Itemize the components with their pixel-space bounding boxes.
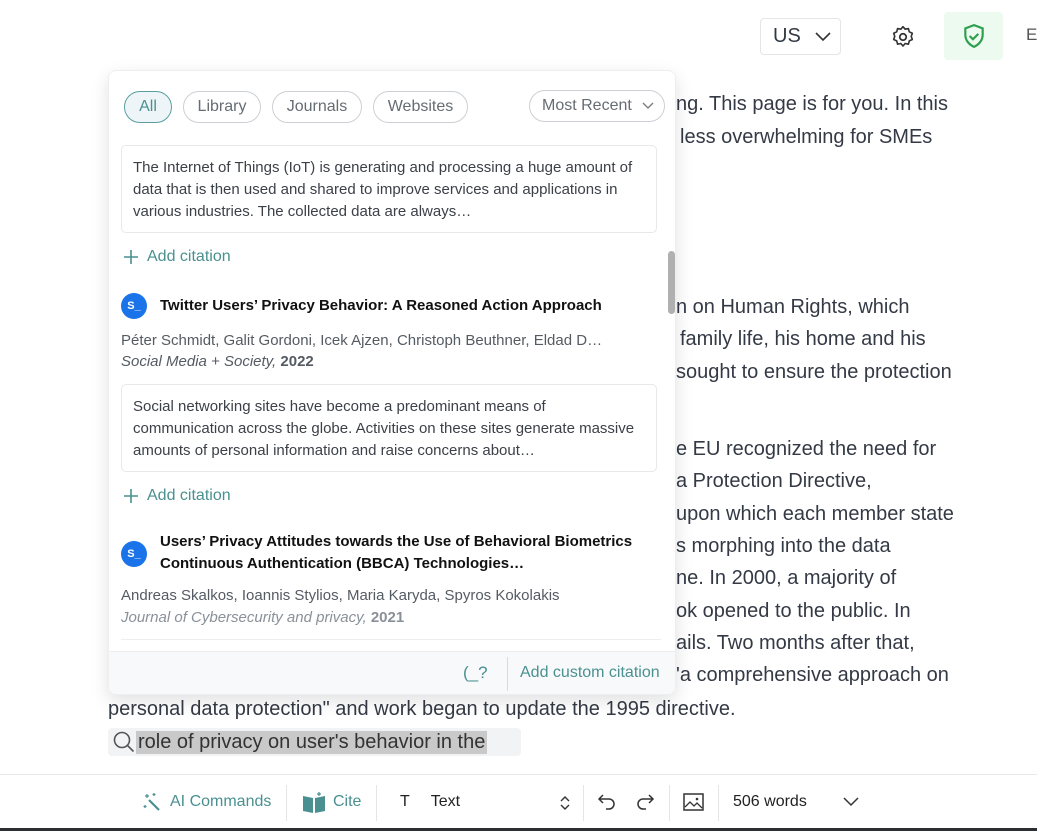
citation-popup: All Library Journals Websites Most Recen… <box>108 70 676 695</box>
undo-icon[interactable] <box>597 792 617 812</box>
doc-line: s morphing into the data <box>676 535 891 557</box>
result-title[interactable]: Twitter Users’ Privacy Behavior: A Reaso… <box>160 295 660 317</box>
magic-wand-icon <box>143 793 160 811</box>
top-bar: US E <box>0 0 1037 66</box>
doc-line: ne. In 2000, a majority of <box>676 567 897 589</box>
result-venue: Journal of Cybersecurity and privacy, 20… <box>121 609 404 626</box>
result-abstract: The Internet of Things (IoT) is generati… <box>121 145 657 233</box>
filter-all[interactable]: All <box>124 91 172 123</box>
divider <box>507 657 508 691</box>
doc-line: ok opened to the public. In <box>676 600 911 622</box>
custom-citation-icon[interactable]: (_? <box>463 663 488 683</box>
source-logo-icon: S_ <box>121 541 147 567</box>
doc-line: ails. Two months after that, <box>676 632 915 654</box>
result-year: 2022 <box>280 353 314 370</box>
bottom-toolbar: AI Commands Cite T Text 506 words <box>0 774 1037 828</box>
up-down-chevron-icon[interactable] <box>559 794 571 812</box>
sort-select[interactable]: Most Recent <box>529 90 665 122</box>
result-venue: Social Media + Society, 2022 <box>121 353 314 370</box>
filter-websites[interactable]: Websites <box>373 91 468 123</box>
result-abstract: Social networking sites have become a pr… <box>121 384 657 472</box>
popup-scrollbar[interactable] <box>668 251 675 314</box>
doc-line: 'a comprehensive approach on <box>676 664 949 686</box>
ai-commands-button[interactable]: AI Commands <box>143 775 271 829</box>
chevron-down-icon[interactable] <box>843 797 859 807</box>
doc-line: less overwhelming for SMEs <box>680 126 933 148</box>
divider <box>286 785 287 821</box>
plus-icon <box>124 489 138 503</box>
add-citation-button[interactable]: Add citation <box>123 248 231 266</box>
search-icon <box>113 731 135 753</box>
result-authors: Andreas Skalkos, Ioannis Stylios, Maria … <box>121 587 560 604</box>
language-value: US <box>773 25 801 47</box>
cite-button[interactable]: Cite <box>302 775 361 829</box>
shield-check-icon <box>963 24 984 49</box>
text-icon: T <box>400 793 410 810</box>
plus-icon <box>124 250 138 264</box>
redo-icon[interactable] <box>635 792 655 812</box>
gear-icon[interactable] <box>890 24 916 50</box>
book-icon <box>303 792 325 813</box>
word-count: 506 words <box>733 793 807 810</box>
doc-line: a Protection Directive, <box>676 470 872 492</box>
cite-label: Cite <box>333 793 362 810</box>
add-custom-citation-button[interactable]: Add custom citation <box>520 664 660 682</box>
doc-line: ng. This page is for you. In this <box>676 93 949 115</box>
search-query-text: role of privacy on user's behavior in th… <box>136 730 488 754</box>
doc-line: e EU recognized the need for <box>676 438 937 460</box>
divider <box>121 639 661 640</box>
doc-line: family life, his home and his <box>680 328 926 350</box>
citation-search-query[interactable]: role of privacy on user's behavior in th… <box>108 728 521 756</box>
result-title[interactable]: Users’ Privacy Attitudes towards the Use… <box>160 531 660 575</box>
result-authors: Péter Schmidt, Galit Gordoni, Icek Ajzen… <box>121 332 603 349</box>
text-style-value: Text <box>430 793 461 810</box>
result-journal: Social Media + Society, <box>121 353 277 370</box>
doc-line: n on Human Rights, which <box>676 296 910 318</box>
add-citation-button[interactable]: Add citation <box>123 487 231 505</box>
divider <box>376 785 377 821</box>
doc-line: upon which each member state <box>676 503 954 525</box>
popup-footer: (_? Add custom citation <box>109 651 675 694</box>
add-citation-label: Add citation <box>147 248 231 265</box>
ai-commands-label: AI Commands <box>170 793 272 810</box>
privacy-shield-button[interactable] <box>944 12 1003 60</box>
filter-journals[interactable]: Journals <box>272 91 362 123</box>
doc-line: sought to ensure the protection <box>676 361 952 383</box>
truncated-label: E <box>1026 25 1037 44</box>
chevron-down-icon <box>642 102 654 109</box>
chevron-down-icon <box>815 31 831 41</box>
sort-value: Most Recent <box>542 97 632 114</box>
divider <box>583 785 584 821</box>
image-icon[interactable] <box>683 793 704 811</box>
divider <box>669 785 670 821</box>
result-year: 2021 <box>370 609 405 626</box>
filter-library[interactable]: Library <box>183 91 261 123</box>
language-select[interactable]: US <box>760 18 841 55</box>
divider <box>718 785 719 821</box>
add-citation-label: Add citation <box>147 487 231 504</box>
source-logo-icon: S_ <box>121 293 147 319</box>
doc-line: personal data protection" and work began… <box>108 698 736 720</box>
result-journal: Journal of Cybersecurity and privacy, <box>121 609 367 626</box>
text-style-select[interactable]: T Text <box>400 775 460 829</box>
